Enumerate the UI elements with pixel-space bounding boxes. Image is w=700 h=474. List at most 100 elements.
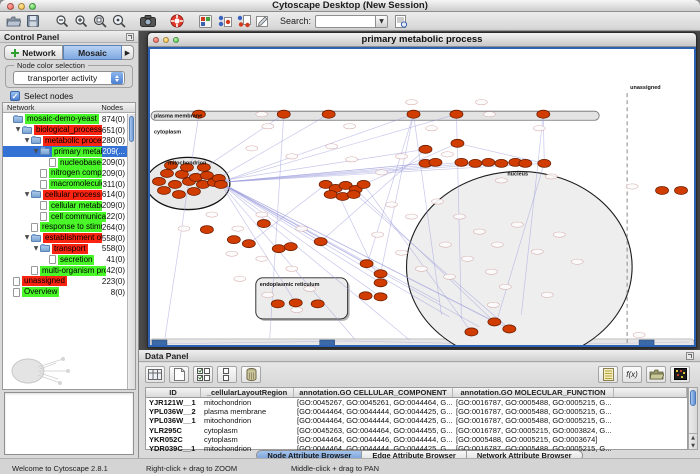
network-node[interactable] bbox=[374, 270, 387, 278]
network-node[interactable] bbox=[519, 159, 532, 167]
network-node[interactable] bbox=[374, 293, 387, 301]
network-node[interactable] bbox=[322, 110, 335, 118]
tree-row-nitrogen-compo[interactable]: nitrogen compo209(0) bbox=[3, 168, 127, 179]
strip-selected-block[interactable] bbox=[152, 340, 167, 345]
search-advanced-icon[interactable] bbox=[392, 13, 411, 29]
network-node[interactable] bbox=[360, 260, 373, 268]
birds-eye-view[interactable] bbox=[4, 392, 134, 455]
table-row[interactable]: YJR121W__1mitochondrion[GO:0045267, GO:0… bbox=[146, 398, 687, 407]
network-node[interactable] bbox=[314, 238, 327, 246]
network-node[interactable] bbox=[374, 279, 387, 287]
network-node[interactable] bbox=[407, 110, 420, 118]
tree-row-nucleobase-[interactable]: nucleobase-209(0) bbox=[3, 157, 127, 168]
network-edge[interactable] bbox=[216, 114, 329, 179]
network-canvas[interactable]: plasma membranecytoplasmmitochondrionnuc… bbox=[148, 47, 696, 347]
network-tree-header[interactable]: Network Nodes bbox=[3, 103, 135, 113]
network-view-window[interactable]: primary metabolic process plasma membran… bbox=[147, 32, 697, 348]
network-node[interactable] bbox=[357, 180, 370, 188]
network-node[interactable] bbox=[675, 186, 688, 194]
matrix-icon[interactable] bbox=[670, 366, 690, 383]
attribute-list-icon[interactable] bbox=[598, 366, 618, 383]
table-row[interactable]: YKR052Ccytoplasm[GO:0044464, GO:0044446,… bbox=[146, 435, 687, 444]
network-node[interactable] bbox=[168, 180, 181, 188]
expander-icon[interactable]: ▼ bbox=[32, 147, 40, 157]
expander-icon[interactable]: ▼ bbox=[32, 244, 40, 254]
network-node[interactable] bbox=[272, 245, 285, 253]
title-bar[interactable]: Cytoscape Desktop (New Session) bbox=[0, 0, 700, 12]
annotation-icon[interactable] bbox=[253, 13, 272, 29]
network-node[interactable] bbox=[538, 159, 551, 167]
tree-row-primary-metabo[interactable]: ▼primary metabo209(... bbox=[3, 146, 127, 157]
node-attribute-table[interactable]: ID_cellularLayoutRegionannotation.GO CEL… bbox=[145, 387, 688, 450]
network-node[interactable] bbox=[200, 171, 213, 179]
tree-row-cellular-process[interactable]: ▼cellular process614(0) bbox=[3, 190, 127, 201]
network-node[interactable] bbox=[488, 318, 501, 326]
table-row[interactable]: YLR295Ccytoplasm[GO:0045263, GO:0044464,… bbox=[146, 426, 687, 435]
network-window-titlebar[interactable]: primary metabolic process bbox=[148, 33, 696, 47]
network-node[interactable] bbox=[311, 300, 324, 308]
tab-overflow-arrow[interactable]: ▶ bbox=[122, 45, 134, 60]
unselect-attributes-icon[interactable] bbox=[217, 366, 237, 383]
table-scrollbar-thumb[interactable] bbox=[690, 390, 696, 406]
zoom-selected-icon[interactable] bbox=[109, 13, 128, 29]
network-node[interactable] bbox=[419, 145, 432, 153]
table-scrollbar[interactable]: ▲▼ bbox=[688, 387, 698, 450]
network-edge[interactable] bbox=[368, 114, 414, 263]
network-node[interactable] bbox=[465, 328, 478, 336]
delete-attribute-icon[interactable] bbox=[241, 366, 261, 383]
network-node[interactable] bbox=[271, 300, 284, 308]
node-color-dropdown[interactable]: transporter activity bbox=[13, 71, 125, 85]
strip-selected-block[interactable] bbox=[320, 340, 335, 345]
open-folder-icon[interactable] bbox=[4, 13, 23, 29]
network-node[interactable] bbox=[160, 169, 173, 177]
tree-row-transport[interactable]: ▼transport558(0) bbox=[3, 244, 127, 255]
network-node[interactable] bbox=[359, 292, 372, 300]
cytopanel-icon[interactable] bbox=[196, 13, 215, 29]
search-input[interactable] bbox=[315, 15, 375, 28]
network-node[interactable] bbox=[284, 243, 297, 251]
tab-mosaic[interactable]: Mosaic bbox=[63, 45, 122, 60]
zoom-in-icon[interactable] bbox=[71, 13, 90, 29]
network-node[interactable] bbox=[200, 226, 213, 234]
tree-row-metabolic-process[interactable]: ▼metabolic process280(0) bbox=[3, 136, 127, 147]
network-node[interactable] bbox=[277, 110, 290, 118]
attribute-table-header[interactable]: ID_cellularLayoutRegionannotation.GO CEL… bbox=[146, 388, 687, 398]
vizmapper-icon[interactable] bbox=[215, 13, 234, 29]
snapshot-camera-icon[interactable] bbox=[138, 13, 157, 29]
save-icon[interactable] bbox=[23, 13, 42, 29]
expander-icon[interactable]: ▼ bbox=[23, 233, 31, 243]
help-lifesaver-icon[interactable] bbox=[167, 13, 186, 29]
tree-row-establishment-of-lo[interactable]: ▼establishment of lo558(0) bbox=[3, 233, 127, 244]
select-nodes-checkbox[interactable]: ✓ bbox=[10, 91, 20, 101]
network-node[interactable] bbox=[157, 186, 170, 194]
network-node[interactable] bbox=[324, 190, 337, 198]
network-node[interactable] bbox=[152, 177, 165, 185]
tree-row-overview[interactable]: Overview8(0) bbox=[3, 287, 127, 298]
column-header[interactable]: annotation.GO MOLECULAR_FUNCTION bbox=[453, 388, 614, 397]
network-node[interactable] bbox=[187, 187, 200, 195]
network-node[interactable] bbox=[482, 158, 495, 166]
tree-scrollbar[interactable] bbox=[127, 114, 135, 389]
network-node[interactable] bbox=[347, 190, 360, 198]
strip-selected-block[interactable] bbox=[639, 340, 654, 345]
attribute-table-icon[interactable] bbox=[145, 366, 165, 383]
import-attributes-icon[interactable] bbox=[646, 366, 666, 383]
new-attribute-icon[interactable] bbox=[169, 366, 189, 383]
network-node[interactable] bbox=[257, 220, 270, 228]
network-node[interactable] bbox=[172, 190, 185, 198]
search-dropdown-arrow[interactable]: ▼ bbox=[375, 15, 388, 28]
tree-row-cell-communicat[interactable]: cell communicat22(0) bbox=[3, 211, 127, 222]
zoom-fit-icon[interactable] bbox=[90, 13, 109, 29]
table-scrollbar-arrows[interactable]: ▲▼ bbox=[689, 433, 697, 449]
tree-row-secretion[interactable]: secretion41(0) bbox=[3, 254, 127, 265]
network-node[interactable] bbox=[429, 158, 442, 166]
tree-row-cellular-metabo[interactable]: cellular metabo209(0) bbox=[3, 200, 127, 211]
tree-row-unassigned[interactable]: unassigned223(0) bbox=[3, 276, 127, 287]
float-panel-icon[interactable] bbox=[126, 33, 134, 41]
network-node[interactable] bbox=[451, 139, 464, 147]
network-node[interactable] bbox=[227, 236, 240, 244]
tree-row-biological-process[interactable]: ▼biological_process651(0) bbox=[3, 125, 127, 136]
data-panel-float-icon[interactable] bbox=[686, 352, 694, 360]
table-row[interactable]: YPL036W__2plasma membrane[GO:0044464, GO… bbox=[146, 407, 687, 416]
tree-row-multi-organism-pro[interactable]: multi-organism pro42(0) bbox=[3, 265, 127, 276]
